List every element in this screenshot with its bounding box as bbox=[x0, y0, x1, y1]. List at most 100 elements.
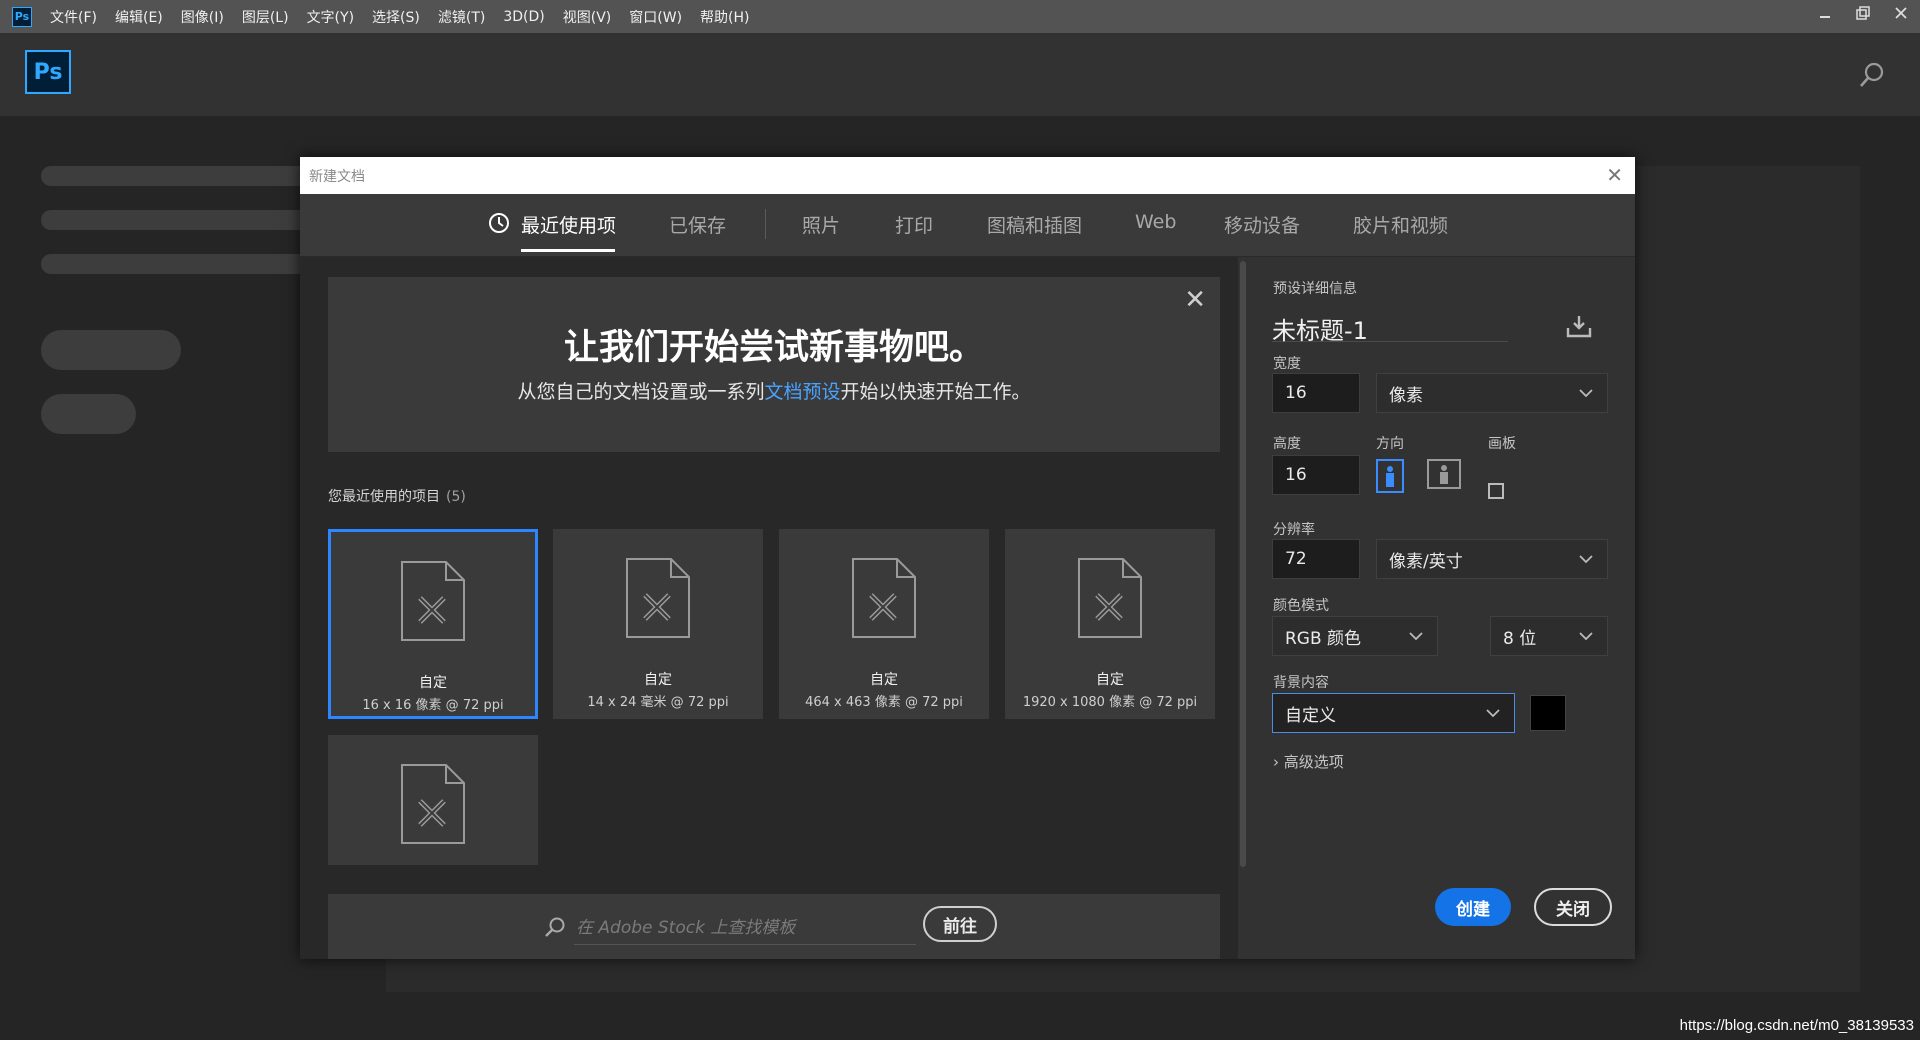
clock-icon bbox=[489, 213, 509, 233]
dialog-close-icon[interactable]: ✕ bbox=[1606, 163, 1623, 187]
app-header: Ps bbox=[0, 33, 1920, 116]
menu-help[interactable]: 帮助(H) bbox=[700, 7, 749, 27]
resolution-label: 分辨率 bbox=[1273, 522, 1315, 538]
document-icon bbox=[401, 561, 465, 641]
active-tab-indicator bbox=[521, 249, 615, 252]
chevron-down-icon bbox=[1409, 632, 1423, 641]
search-icon[interactable] bbox=[1858, 61, 1886, 89]
chevron-down-icon bbox=[1579, 632, 1593, 641]
menu-window[interactable]: 窗口(W) bbox=[629, 7, 682, 27]
recent-item-card[interactable]: 自定 16 x 16 像素 @ 72 ppi bbox=[328, 529, 538, 719]
recent-scrollbar[interactable] bbox=[1240, 261, 1246, 867]
create-button[interactable]: 创建 bbox=[1435, 888, 1511, 926]
recent-items-count: (5) bbox=[446, 489, 466, 505]
photoshop-app-icon: Ps bbox=[12, 6, 32, 27]
save-preset-icon[interactable] bbox=[1566, 314, 1592, 338]
background-contents-value: 自定义 bbox=[1285, 705, 1336, 726]
chevron-down-icon bbox=[1579, 389, 1593, 398]
welcome-banner: 让我们开始尝试新事物吧。 从您自己的文档设置或一系列文档预设开始以快速开始工作。… bbox=[328, 277, 1220, 452]
tab-art-illustration[interactable]: 图稿和插图 bbox=[987, 211, 1082, 238]
tab-print[interactable]: 打印 bbox=[895, 211, 933, 238]
placeholder-button bbox=[41, 394, 136, 434]
photoshop-logo[interactable]: Ps bbox=[25, 50, 71, 94]
chevron-down-icon bbox=[1486, 709, 1500, 718]
minimize-icon[interactable] bbox=[1806, 0, 1844, 26]
watermark-url: https://blog.csdn.net/m0_38139533 bbox=[1679, 1017, 1914, 1034]
close-banner-icon[interactable]: ✕ bbox=[1184, 285, 1206, 315]
menu-view[interactable]: 视图(V) bbox=[563, 7, 612, 27]
advanced-options-toggle[interactable]: › 高级选项 bbox=[1273, 751, 1344, 772]
menu-image[interactable]: 图像(I) bbox=[181, 7, 224, 27]
landscape-orientation-icon[interactable] bbox=[1427, 459, 1461, 489]
color-mode-select[interactable]: RGB 颜色 bbox=[1272, 616, 1438, 656]
background-color-swatch[interactable] bbox=[1530, 695, 1566, 731]
menu-filter[interactable]: 滤镜(T) bbox=[438, 7, 485, 27]
placeholder-button bbox=[41, 330, 181, 370]
recent-pane: 让我们开始尝试新事物吧。 从您自己的文档设置或一系列文档预设开始以快速开始工作。… bbox=[300, 257, 1238, 959]
adobe-stock-search-bar: 前往 bbox=[328, 894, 1220, 959]
document-icon bbox=[401, 764, 465, 844]
background-contents-label: 背景内容 bbox=[1273, 675, 1329, 691]
tab-saved[interactable]: 已保存 bbox=[669, 211, 726, 238]
window-controls bbox=[1806, 0, 1920, 26]
document-icon bbox=[1078, 558, 1142, 638]
portrait-orientation-icon[interactable] bbox=[1376, 459, 1404, 493]
recent-item-size: 14 x 24 毫米 @ 72 ppi bbox=[587, 695, 729, 710]
resolution-unit-select[interactable]: 像素/英寸 bbox=[1376, 539, 1608, 579]
stock-go-button[interactable]: 前往 bbox=[923, 906, 997, 942]
recent-item-name: 自定 bbox=[419, 675, 447, 691]
menu-select[interactable]: 选择(S) bbox=[372, 7, 420, 27]
recent-item-size: 1920 x 1080 像素 @ 72 ppi bbox=[1022, 695, 1198, 710]
recent-items-heading: 您最近使用的项目 (5) bbox=[328, 486, 466, 506]
background-contents-select[interactable]: 自定义 bbox=[1272, 693, 1515, 733]
welcome-title: 让我们开始尝试新事物吧。 bbox=[563, 328, 984, 368]
recent-item-size: 16 x 16 像素 @ 72 ppi bbox=[362, 698, 504, 713]
height-input[interactable]: 16 bbox=[1272, 455, 1360, 495]
menu-layer[interactable]: 图层(L) bbox=[242, 7, 289, 27]
resolution-input[interactable]: 72 bbox=[1272, 539, 1360, 579]
close-button[interactable]: 关闭 bbox=[1534, 888, 1612, 926]
document-icon bbox=[852, 558, 916, 638]
menu-type[interactable]: 文字(Y) bbox=[307, 7, 354, 27]
bit-depth-value: 8 位 bbox=[1503, 628, 1537, 649]
recent-item-card[interactable]: 自定 1920 x 1080 像素 @ 72 ppi bbox=[1005, 529, 1215, 719]
tab-recent[interactable]: 最近使用项 bbox=[521, 211, 616, 238]
width-label: 宽度 bbox=[1273, 356, 1301, 372]
close-icon[interactable] bbox=[1882, 0, 1920, 26]
color-mode-label: 颜色模式 bbox=[1273, 598, 1329, 614]
resolution-unit-value: 像素/英寸 bbox=[1389, 551, 1463, 572]
menu-file[interactable]: 文件(F) bbox=[50, 7, 97, 27]
chevron-down-icon bbox=[1579, 555, 1593, 564]
preset-tabs: 最近使用项 已保存 照片 打印 图稿和插图 Web 移动设备 胶片和视频 bbox=[300, 194, 1635, 257]
tab-mobile[interactable]: 移动设备 bbox=[1224, 211, 1300, 238]
restore-icon[interactable] bbox=[1844, 0, 1882, 26]
width-input[interactable]: 16 bbox=[1272, 373, 1360, 413]
menubar: Ps 文件(F) 编辑(E) 图像(I) 图层(L) 文字(Y) 选择(S) 滤… bbox=[0, 0, 1920, 33]
recent-item-card[interactable] bbox=[328, 735, 538, 865]
welcome-subtitle-text: 开始以快速开始工作。 bbox=[840, 381, 1031, 403]
chevron-right-icon: › bbox=[1273, 753, 1279, 771]
height-label: 高度 bbox=[1273, 436, 1301, 452]
tab-web[interactable]: Web bbox=[1135, 211, 1176, 233]
recent-item-card[interactable]: 自定 14 x 24 毫米 @ 72 ppi bbox=[553, 529, 763, 719]
menu-edit[interactable]: 编辑(E) bbox=[115, 7, 163, 27]
recent-item-name: 自定 bbox=[1096, 672, 1124, 688]
recent-item-name: 自定 bbox=[644, 672, 672, 688]
welcome-subtitle-text: 从您自己的文档设置或一系列 bbox=[517, 381, 765, 403]
document-name-field[interactable]: 未标题-1 bbox=[1272, 311, 1508, 345]
recent-item-name: 自定 bbox=[870, 672, 898, 688]
recent-item-card[interactable]: 自定 464 x 463 像素 @ 72 ppi bbox=[779, 529, 989, 719]
dialog-titlebar: 新建文档 ✕ bbox=[300, 157, 1635, 194]
artboard-checkbox[interactable] bbox=[1488, 483, 1504, 499]
width-unit-select[interactable]: 像素 bbox=[1376, 373, 1608, 413]
stock-search-input[interactable] bbox=[574, 912, 916, 945]
bit-depth-select[interactable]: 8 位 bbox=[1490, 616, 1608, 656]
tab-photo[interactable]: 照片 bbox=[802, 211, 840, 238]
preset-details-pane: 预设详细信息 未标题-1 宽度 16 像素 高度 方向 画板 16 分辨率 72 bbox=[1249, 257, 1635, 959]
menu-3d[interactable]: 3D(D) bbox=[503, 9, 544, 25]
welcome-subtitle: 从您自己的文档设置或一系列文档预设开始以快速开始工作。 bbox=[328, 377, 1220, 404]
tab-divider bbox=[765, 209, 766, 239]
document-presets-link[interactable]: 文档预设 bbox=[764, 381, 840, 403]
preset-details-label: 预设详细信息 bbox=[1273, 281, 1357, 297]
tab-film-video[interactable]: 胶片和视频 bbox=[1353, 211, 1448, 238]
